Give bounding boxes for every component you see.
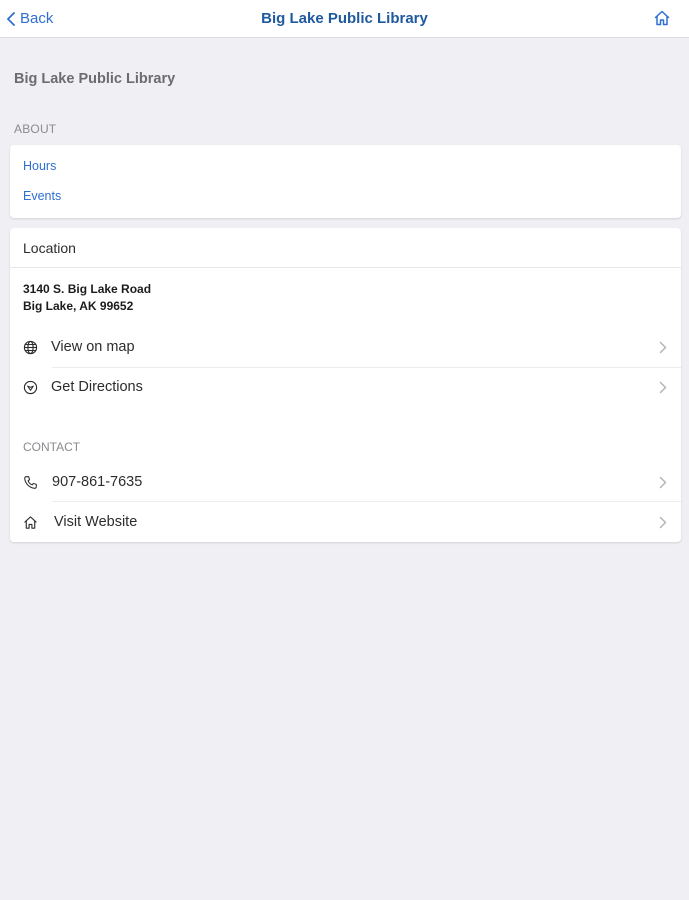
view-on-map-label: View on map	[51, 339, 135, 355]
phone-row[interactable]: 907-861-7635	[10, 463, 681, 502]
chevron-right-icon	[659, 476, 667, 489]
chevron-right-icon	[659, 381, 667, 394]
back-button[interactable]: Back	[6, 0, 53, 37]
chevron-right-icon	[659, 516, 667, 529]
address-line-1: 3140 S. Big Lake Road	[23, 282, 152, 296]
get-directions-row[interactable]: Get Directions	[10, 368, 681, 407]
globe-icon	[23, 340, 38, 355]
location-header-label: Location	[23, 240, 76, 256]
view-on-map-row[interactable]: View on map	[10, 328, 681, 367]
phone-icon	[24, 476, 37, 489]
directions-icon	[23, 380, 38, 395]
location-card: Location 3140 S. Big Lake Road Big Lake,…	[10, 228, 681, 542]
address: 3140 S. Big Lake Road Big Lake, AK 99652	[23, 281, 151, 315]
chevron-right-icon	[659, 341, 667, 354]
about-card: Hours Events	[10, 145, 681, 218]
phone-number: 907-861-7635	[52, 474, 143, 490]
back-button-label: Back	[20, 10, 54, 27]
events-link[interactable]: Events	[23, 189, 61, 203]
contact-section-label: CONTACT	[23, 440, 81, 454]
visit-website-label: Visit Website	[54, 514, 138, 530]
address-line-2: Big Lake, AK 99652	[23, 299, 134, 313]
page-title: Big Lake Public Library	[14, 71, 176, 87]
visit-website-row[interactable]: Visit Website	[10, 503, 681, 542]
get-directions-label: Get Directions	[51, 379, 143, 395]
nav-title: Big Lake Public Library	[261, 10, 428, 27]
location-header: Location	[10, 228, 681, 268]
home-icon	[24, 516, 37, 529]
about-section-label: ABOUT	[14, 122, 57, 136]
navigation-bar: Back Big Lake Public Library	[0, 0, 689, 38]
chevron-left-icon	[7, 11, 15, 26]
hours-link[interactable]: Hours	[23, 159, 56, 173]
home-icon[interactable]	[653, 9, 671, 27]
row-divider	[52, 501, 681, 502]
